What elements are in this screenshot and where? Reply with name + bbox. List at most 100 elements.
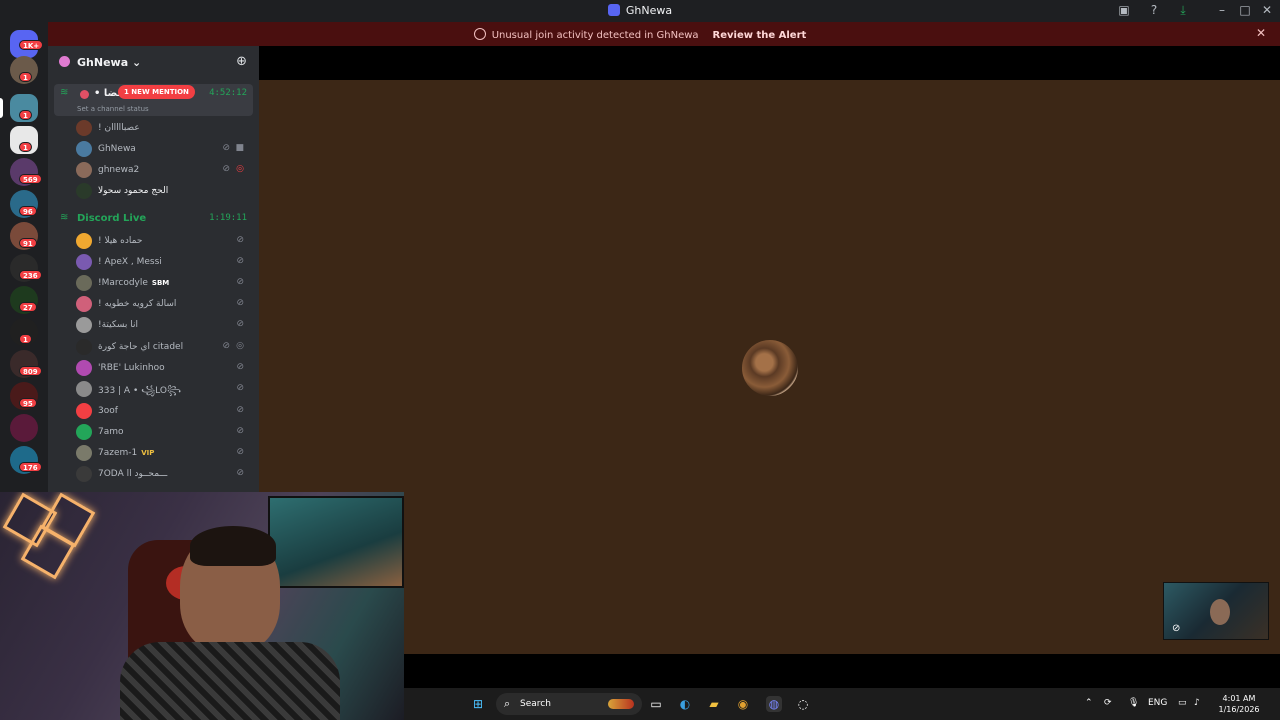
- new-mention-badge[interactable]: 1 NEW MENTION: [118, 85, 195, 99]
- member-name: ! ApeX , Messi: [98, 257, 162, 267]
- start-icon[interactable]: ⊞: [470, 696, 486, 712]
- muted-icon: ⊘: [1172, 623, 1181, 634]
- avatar: [76, 296, 92, 312]
- network-icon[interactable]: ▭: [1178, 698, 1187, 708]
- voice-member[interactable]: 7ODA ll ـــمحــود ⊘: [76, 464, 254, 484]
- server-name[interactable]: GhNewa ⌄: [77, 56, 141, 69]
- voice-member[interactable]: الحج محمود سحولا: [76, 181, 254, 201]
- rail-badge: 95: [19, 398, 37, 408]
- help-icon[interactable]: ?: [1145, 3, 1163, 17]
- server-icon[interactable]: [10, 414, 38, 442]
- member-tag: SBM: [151, 279, 170, 287]
- member-name: ghnewa2: [98, 165, 140, 175]
- maximize-icon[interactable]: □: [1236, 3, 1254, 17]
- deafened-icon: ◎: [236, 341, 244, 351]
- edge-icon[interactable]: ◐: [677, 696, 693, 712]
- voice-member[interactable]: !انا بسكيتة ⊘: [76, 315, 254, 335]
- download-icon[interactable]: ⤓: [1174, 3, 1192, 18]
- member-tag: VIP: [141, 449, 155, 457]
- voice-channel-2[interactable]: ≋ Discord Live 1:19:11: [54, 209, 253, 229]
- rail-badge: 91: [19, 238, 37, 248]
- member-name: !Marcodyle: [98, 278, 148, 288]
- member-name: ! حماده هيلا: [98, 236, 143, 246]
- rail-badge: 809: [19, 366, 42, 376]
- discord-icon[interactable]: ◍: [766, 696, 782, 712]
- search-highlight-art: [608, 699, 634, 709]
- avatar: [76, 317, 92, 333]
- muted-icon: ⊘: [236, 277, 244, 287]
- clock-date: 1/16/2026: [1218, 705, 1260, 714]
- avatar: [76, 381, 92, 397]
- voice-channel-timer: 1:19:11: [209, 213, 247, 223]
- title-bar: GhNewa ▣ ? ⤓ – □ ✕: [0, 0, 1280, 22]
- voice-member[interactable]: 333 | A • ꧁LO꧂ ⊘: [76, 379, 254, 399]
- stage-bottom-bar: [259, 654, 1280, 688]
- rail-badge: 1K+: [19, 40, 44, 50]
- alert-row: Unusual join activity detected in GhNewa…: [0, 28, 1280, 41]
- self-video-preview[interactable]: ⊘: [1163, 582, 1269, 640]
- voice-member[interactable]: !Marcodyle SBM ⊘: [76, 273, 254, 293]
- app-icon: [607, 4, 620, 16]
- voice-member[interactable]: 7azem-1 VIP ⊘: [76, 443, 254, 463]
- clock-time: 4:01 AM: [1222, 694, 1256, 703]
- rail-badge: 236: [19, 270, 42, 280]
- channel-emoji-icon: [80, 90, 89, 99]
- alert-message: Unusual join activity detected in GhNewa: [491, 30, 699, 41]
- server-header[interactable]: GhNewa ⌄ ⊕: [48, 46, 259, 78]
- webcam-overlay: [0, 492, 404, 720]
- close-window-icon[interactable]: ✕: [1258, 3, 1276, 17]
- sync-icon[interactable]: ⟳: [1104, 698, 1112, 708]
- muted-icon: ⊘: [236, 447, 244, 457]
- voice-member[interactable]: ! اسالة كرويه خطويه ⊘: [76, 294, 254, 314]
- invite-people-icon[interactable]: ⊕: [236, 54, 247, 69]
- voice-member[interactable]: اي حاجة كورة citadel ⊘ ◎: [76, 337, 254, 357]
- preview-face: [1210, 599, 1230, 625]
- member-name: 3oof: [98, 406, 118, 416]
- close-icon[interactable]: ✕: [1256, 26, 1266, 40]
- taskbar-clock[interactable]: 4:01 AM 1/16/2026: [1212, 693, 1266, 715]
- voice-member[interactable]: ! ApeX , Messi ⊘: [76, 252, 254, 272]
- avatar: [76, 339, 92, 355]
- review-alert-link[interactable]: Review the Alert: [713, 30, 807, 41]
- voice-member[interactable]: ! حماده هيلا ⊘: [76, 231, 254, 251]
- task-view-icon[interactable]: ▭: [648, 696, 664, 712]
- voice-channel-timer: 4:52:12: [209, 88, 247, 98]
- rail-badge: 1: [19, 334, 32, 344]
- server-badge-icon: [59, 56, 70, 67]
- rail-badge: 569: [19, 174, 42, 184]
- active-pill: [0, 98, 3, 118]
- member-name: 7ODA ll ـــمحــود: [98, 469, 168, 479]
- avatar: [76, 120, 92, 136]
- rail-badge: 176: [19, 462, 42, 472]
- voice-member[interactable]: 3oof ⊘: [76, 401, 254, 421]
- voice-member[interactable]: 'RBE' Lukinhoo ⊘: [76, 358, 254, 378]
- windows-taskbar: ⊞ ⌕ Search ▭ ◐ ▰ ◉ ◍ ◌ ⌃ ⟳ 🎙︎ ENG ▭ ♪ 4:…: [404, 688, 1280, 720]
- voice-member[interactable]: 7amo ⊘: [76, 422, 254, 442]
- muted-icon: ⊘: [222, 143, 230, 153]
- search-label: Search: [520, 699, 551, 709]
- avatar: [76, 233, 92, 249]
- muted-icon: ⊘: [236, 319, 244, 329]
- voice-channel-name: Discord Live: [77, 213, 147, 224]
- minimize-icon[interactable]: –: [1213, 3, 1231, 17]
- voice-member[interactable]: ghnewa2 ⊘ ◎: [76, 160, 254, 180]
- voice-member[interactable]: ! عصبااااان: [76, 118, 254, 138]
- member-name: 'RBE' Lukinhoo: [98, 363, 165, 373]
- voice-member[interactable]: GhNewa ⊘ ■: [76, 139, 254, 159]
- avatar: [76, 275, 92, 291]
- chrome-icon[interactable]: ◉: [735, 696, 751, 712]
- avatar: [76, 254, 92, 270]
- language-indicator[interactable]: ENG: [1148, 698, 1167, 708]
- file-explorer-icon[interactable]: ▰: [706, 696, 722, 712]
- tray-chevron-icon[interactable]: ⌃: [1085, 698, 1093, 708]
- channel-status[interactable]: Set a channel status: [77, 105, 149, 113]
- app-icon[interactable]: ◌: [795, 696, 811, 712]
- member-name: !انا بسكيتة: [98, 320, 138, 330]
- mic-icon[interactable]: 🎙︎: [1128, 698, 1139, 708]
- inbox-icon[interactable]: ▣: [1115, 3, 1133, 17]
- member-name: 7azem-1: [98, 448, 138, 458]
- taskbar-search[interactable]: ⌕ Search: [496, 693, 642, 715]
- volume-icon[interactable]: ♪: [1194, 698, 1200, 708]
- rail-badge: 1: [19, 72, 32, 82]
- member-name: GhNewa: [98, 144, 136, 154]
